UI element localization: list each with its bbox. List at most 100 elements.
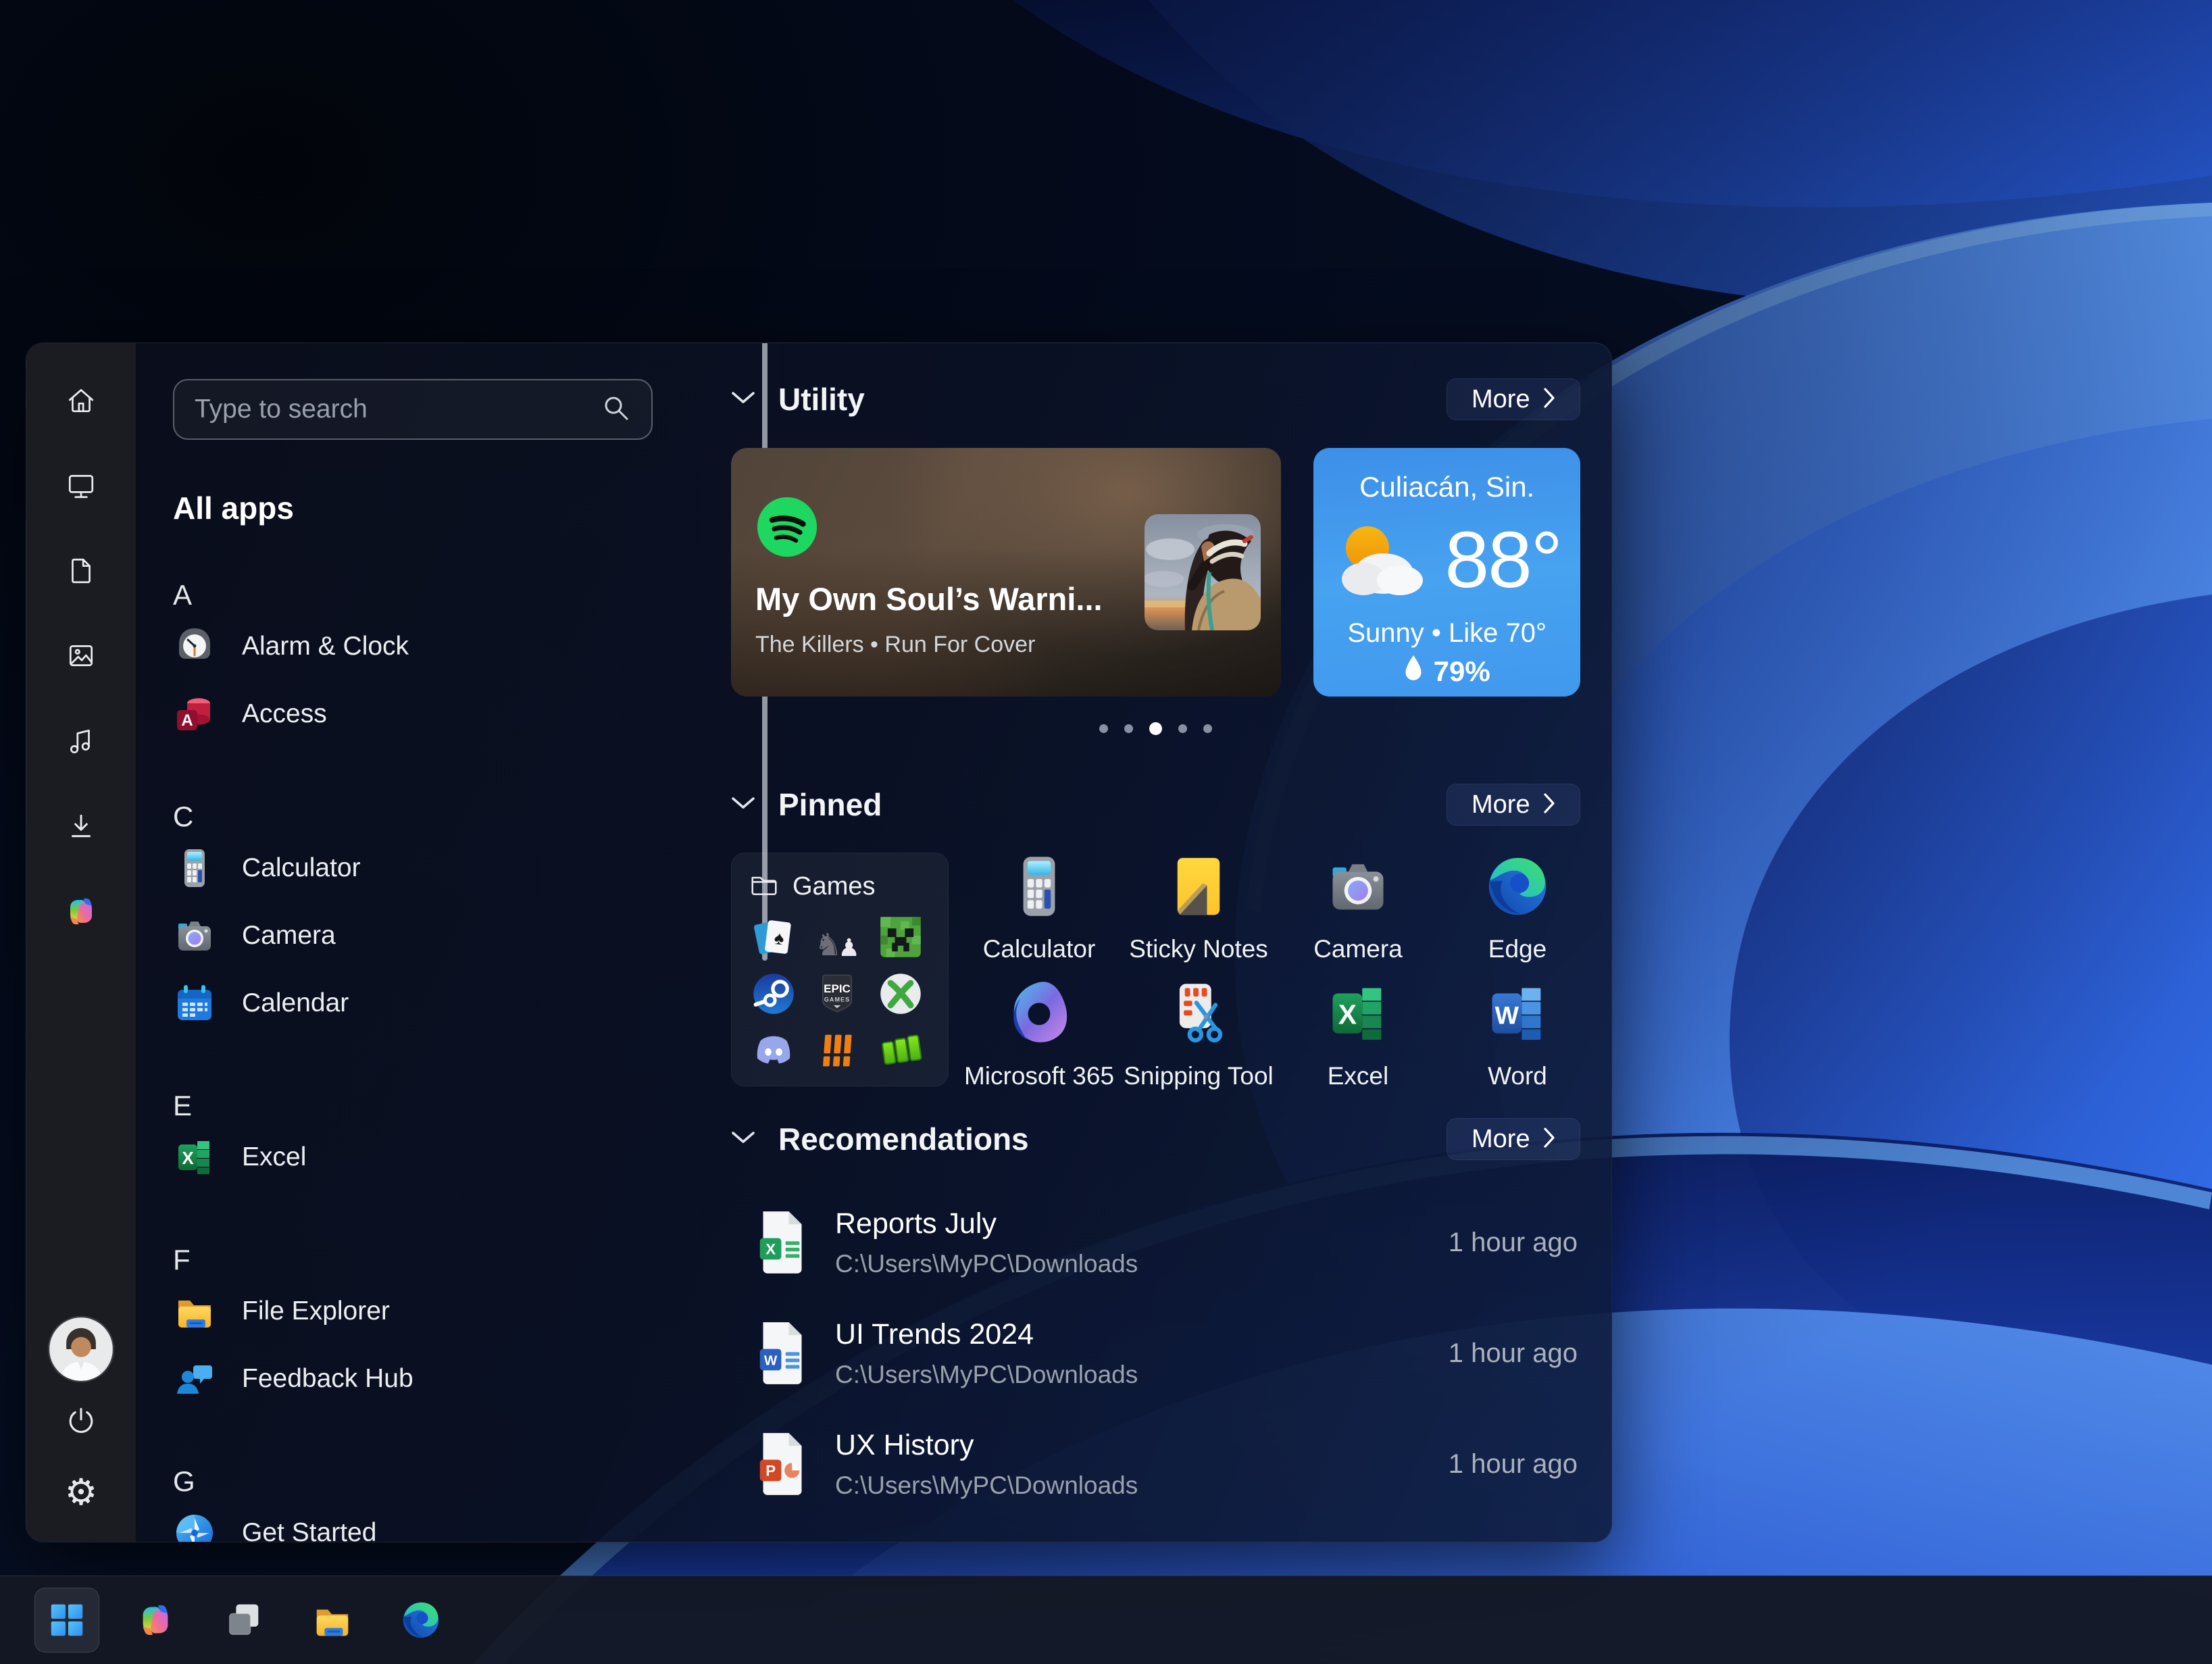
svg-text:W: W [1495,1001,1519,1030]
downloads-icon [66,811,97,842]
excel-file-icon: X [757,1210,808,1275]
recommendations-section-header: Recomendations More [731,1117,1580,1161]
rail-copilot-button[interactable] [61,892,101,931]
start-menu-rail: ⚙ [26,343,136,1542]
rail-desktop-button[interactable] [61,466,101,505]
spotify-widget-card[interactable]: My Own Soul’s Warni... The Killers • Run… [731,448,1281,697]
app-row-file-explorer[interactable]: File Explorer [173,1278,715,1345]
settings-gear-icon: ⚙ [65,1474,97,1511]
svg-text:GAMES: GAMES [824,997,850,1003]
weather-humidity-row: 79% [1313,655,1580,688]
rail-downloads-button[interactable] [61,807,101,846]
recommendation-texts: UI Trends 2024 C:\Users\MyPC\Downloads [835,1318,1449,1389]
recommendation-title: UX History [835,1429,1449,1462]
games-folder-name: Games [793,872,875,901]
account-button[interactable] [61,1330,101,1369]
utility-more-button[interactable]: More [1447,378,1580,420]
task-view-button[interactable] [211,1588,276,1653]
letter-header-a[interactable]: A [173,578,715,613]
carousel-dot[interactable] [1124,724,1133,733]
app-name: Alarm & Clock [242,632,409,661]
letter-header-e[interactable]: E [173,1088,715,1124]
more-label: More [1472,385,1530,414]
recommendation-texts: UX History C:\Users\MyPC\Downloads [835,1429,1449,1500]
pinned-sticky-notes[interactable]: Sticky Notes [1119,853,1278,973]
pinned-section-header: Pinned More [731,783,1580,826]
pinned-camera[interactable]: Camera [1278,853,1438,973]
letter-header-g[interactable]: G [173,1464,715,1499]
droplet-icon [1404,655,1423,688]
game-bars-icon [878,1028,924,1074]
utility-collapse-toggle[interactable]: Utility [731,381,865,418]
app-row-camera[interactable]: Camera [173,902,715,969]
pinned-word[interactable]: W Word [1438,980,1597,1100]
weather-main: 88° [1313,513,1580,607]
power-button[interactable] [61,1401,101,1440]
pinned-calculator[interactable]: Calculator [959,853,1119,973]
pinned-edge[interactable]: Edge [1438,853,1597,973]
recommendations-collapse-toggle[interactable]: Recomendations [731,1121,1029,1157]
more-label: More [1472,790,1530,820]
carousel-dot[interactable] [1178,724,1187,733]
pinned-excel[interactable]: X Excel [1278,980,1438,1100]
recommendation-row-ui-trends[interactable]: W UI Trends 2024 C:\Users\MyPC\Downloads… [731,1303,1580,1404]
letter-header-f[interactable]: F [173,1242,715,1278]
rail-home-button[interactable] [61,381,101,420]
weather-widget-card[interactable]: Culiacán, Sin. 88° Sunny • Like 70° 79% [1313,448,1580,697]
rail-documents-button[interactable] [61,551,101,590]
app-row-calculator[interactable]: Calculator [173,834,715,902]
word-file-icon: W [757,1321,808,1386]
svg-text:EPIC: EPIC [824,982,851,995]
rail-bottom-group: ⚙ [61,1330,101,1512]
weather-temperature: 88° [1444,514,1561,606]
start-button[interactable] [34,1588,99,1653]
carousel-dot[interactable] [1203,724,1212,733]
svg-text:P: P [765,1462,776,1479]
games-folder-tile[interactable]: Games ♠ ♞♟ EPICGAMES [731,853,949,1086]
app-row-get-started[interactable]: Get Started [173,1499,715,1542]
letter-header-c[interactable]: C [173,799,715,834]
rail-pictures-button[interactable] [61,636,101,676]
app-name: Get Started [242,1518,376,1542]
chevron-down-icon [731,391,755,408]
excel-icon: X [1324,980,1392,1047]
spotify-album-art [1145,514,1261,630]
chevron-right-icon [1544,793,1555,817]
edge-icon [1484,853,1551,920]
carousel-dot-active[interactable] [1149,722,1162,735]
app-row-alarm-clock[interactable]: Alarm & Clock [173,613,715,680]
sun-cloud-icon [1332,518,1427,603]
search-box[interactable] [173,379,653,440]
minecraft-icon [878,914,924,960]
taskbar-edge-button[interactable] [388,1588,453,1653]
pinned-app-label: Snipping Tool [1124,1062,1274,1090]
recommendations-more-button[interactable]: More [1447,1118,1580,1160]
chevron-down-icon [731,1131,755,1148]
search-icon [601,393,631,426]
settings-button[interactable]: ⚙ [61,1473,101,1512]
widget-carousel-dots [731,722,1580,735]
music-icon [66,726,97,757]
pinned-more-button[interactable]: More [1447,784,1580,826]
task-view-icon [223,1599,265,1641]
pinned-microsoft-365[interactable]: Microsoft 365 [959,980,1119,1100]
app-row-excel[interactable]: X Excel [173,1124,715,1191]
pinned-snipping-tool[interactable]: Snipping Tool [1119,980,1278,1100]
chevron-right-icon [1544,1128,1555,1151]
pinned-app-label: Microsoft 365 [964,1062,1114,1090]
recommendations-list: X Reports July C:\Users\MyPC\Downloads 1… [731,1192,1580,1515]
recommendation-row-reports-july[interactable]: X Reports July C:\Users\MyPC\Downloads 1… [731,1192,1580,1293]
app-row-access[interactable]: A Access [173,680,715,748]
taskbar-copilot-button[interactable] [123,1588,188,1653]
app-name: Calculator [242,853,361,883]
rail-music-button[interactable] [61,722,101,761]
pinned-collapse-toggle[interactable]: Pinned [731,786,882,823]
app-row-feedback-hub[interactable]: Feedback Hub [173,1345,715,1413]
app-row-calendar[interactable]: Calendar [173,969,715,1037]
taskbar-file-explorer-button[interactable] [300,1588,365,1653]
camera-icon [173,914,216,957]
carousel-dot[interactable] [1099,724,1108,733]
recommendation-row-ux-history[interactable]: P UX History C:\Users\MyPC\Downloads 1 h… [731,1413,1580,1515]
desktop: ⚙ All apps A Alarm & Clock A Access C [0,0,2212,1664]
search-input[interactable] [195,395,601,424]
